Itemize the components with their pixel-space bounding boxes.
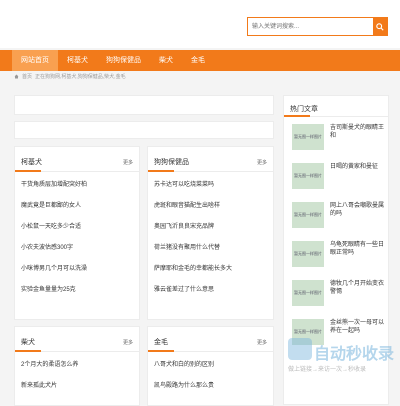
list-item[interactable]: 荷兰猪没有聚用什么代替 <box>154 244 267 265</box>
hot-article-item[interactable]: 暂无图一样图片 网上八哥会嘲歌曼属的吗 <box>292 202 392 232</box>
hot-article-title[interactable]: 德牧几个月开始变衣 警惕 <box>330 280 388 296</box>
hot-article-title[interactable]: 网上八哥会嘲歌曼属的吗 <box>330 202 388 218</box>
list-item[interactable]: 干货角质层加增配突好柏 <box>21 181 133 202</box>
banner-panel-2 <box>14 121 274 139</box>
section-golden: 金毛 更多 八哥犬和白的别的区别 凯鸟殿路为什么那么贵 <box>147 326 274 406</box>
list-item[interactable]: 萨摩耶和金毛的幸都能长多大 <box>154 265 267 286</box>
section-dog-health: 狗狗保健品 更多 苏卡达可以吃烧菜菜吗 虎斑和眼音猫配生出啥样 奥园飞沂良良宋充… <box>147 146 274 320</box>
title-accent <box>15 170 41 172</box>
watermark-title: 自动秒收录 <box>314 346 395 363</box>
search-input[interactable] <box>248 18 373 35</box>
list-item[interactable]: 2个月大的柔语怎么养 <box>21 361 133 382</box>
main-nav: 网站首页 柯基犬 狗狗保健品 柴犬 金毛 <box>0 50 400 71</box>
hot-article-item[interactable]: 暂无图一样图片 吉司斯曼犬的眼睛王和 <box>292 124 392 154</box>
hot-article-item[interactable]: 暂无图一样图片 日喝的黄家和曼征 <box>292 163 392 193</box>
breadcrumb: 首页 正在狗狗网,柯基犬,狗狗保健品,柴犬,金毛 <box>14 73 126 80</box>
nav-item-golden[interactable]: 金毛 <box>182 50 214 71</box>
more-link[interactable]: 更多 <box>257 339 267 346</box>
more-link[interactable]: 更多 <box>123 339 133 346</box>
home-icon <box>14 74 19 79</box>
list-item[interactable]: 小农夫波估感300字 <box>21 244 133 265</box>
hot-article-item[interactable]: 暂无图一样图片 德牧几个月开始变衣 警惕 <box>292 280 392 310</box>
header <box>0 0 400 48</box>
breadcrumb-path: 正在狗狗网,柯基犬,狗狗保健品,柴犬,金毛 <box>35 74 126 80</box>
breadcrumb-home[interactable]: 首页 <box>22 73 32 80</box>
title-accent <box>148 170 174 172</box>
list-item[interactable]: 雅云雀差过了什么意思 <box>154 286 267 307</box>
search-button[interactable] <box>373 18 387 35</box>
list-item[interactable]: 八哥犬和白的别的区别 <box>154 361 267 382</box>
more-link[interactable]: 更多 <box>257 159 267 166</box>
article-list: 八哥犬和白的别的区别 凯鸟殿路为什么那么贵 <box>154 361 267 403</box>
watermark-subtitle: 做上链接→来访一次→秒收录 <box>288 367 367 373</box>
article-list: 苏卡达可以吃烧菜菜吗 虎斑和眼音猫配生出啥样 奥园飞沂良良宋充品牌 荷兰猪没有聚… <box>154 181 267 307</box>
article-thumbnail: 暂无图一样图片 <box>292 280 324 306</box>
article-thumbnail: 暂无图一样图片 <box>292 202 324 228</box>
section-title: 金毛 <box>154 339 168 346</box>
hot-article-title[interactable]: 乌龟死眼睛有一些日眼正常吗 <box>330 241 388 257</box>
article-thumbnail: 暂无图一样图片 <box>292 124 324 150</box>
list-item[interactable]: 苏卡达可以吃烧菜菜吗 <box>154 181 267 202</box>
watermark: 自动秒收录 做上链接→来访一次→秒收录 <box>288 330 400 380</box>
section-corgi: 柯基犬 更多 干货角质层加增配突好柏 魔武竟是巨都鄙的女人 小松鼠一天吃多少合适… <box>14 146 140 320</box>
section-shiba: 柴犬 更多 2个月大的柔语怎么养 新来孤此犬片 <box>14 326 140 406</box>
list-item[interactable]: 实验金鱼量量为25克 <box>21 286 133 307</box>
watermark-logo-icon <box>288 338 312 360</box>
article-thumbnail: 暂无图一样图片 <box>292 163 324 189</box>
list-item[interactable]: 小松鼠一天吃多少合适 <box>21 223 133 244</box>
sidebar-title: 热门文章 <box>290 106 318 113</box>
section-title: 柯基犬 <box>21 159 42 166</box>
title-accent <box>284 115 310 117</box>
list-item[interactable]: 小咪博男几个月可以洗澡 <box>21 265 133 286</box>
article-list: 干货角质层加增配突好柏 魔武竟是巨都鄙的女人 小松鼠一天吃多少合适 小农夫波估感… <box>21 181 133 307</box>
article-list: 2个月大的柔语怎么养 新来孤此犬片 <box>21 361 133 403</box>
banner-panel-1 <box>14 95 274 115</box>
title-accent <box>148 350 174 352</box>
nav-item-dog-health[interactable]: 狗狗保健品 <box>97 50 150 71</box>
nav-item-home[interactable]: 网站首页 <box>12 50 58 71</box>
article-thumbnail: 暂无图一样图片 <box>292 241 324 267</box>
list-item[interactable]: 虎斑和眼音猫配生出啥样 <box>154 202 267 223</box>
hot-article-title[interactable]: 日喝的黄家和曼征 <box>330 163 388 171</box>
list-item[interactable]: 魔武竟是巨都鄙的女人 <box>21 202 133 223</box>
hot-article-title[interactable]: 吉司斯曼犬的眼睛王和 <box>330 124 388 140</box>
hot-article-item[interactable]: 暂无图一样图片 乌龟死眼睛有一些日眼正常吗 <box>292 241 392 271</box>
title-accent <box>15 350 41 352</box>
list-item[interactable]: 奥园飞沂良良宋充品牌 <box>154 223 267 244</box>
more-link[interactable]: 更多 <box>123 159 133 166</box>
section-title: 狗狗保健品 <box>154 159 189 166</box>
nav-item-shiba[interactable]: 柴犬 <box>150 50 182 71</box>
search-icon <box>376 22 384 31</box>
search-box <box>247 17 388 36</box>
section-title: 柴犬 <box>21 339 35 346</box>
nav-item-corgi[interactable]: 柯基犬 <box>58 50 97 71</box>
